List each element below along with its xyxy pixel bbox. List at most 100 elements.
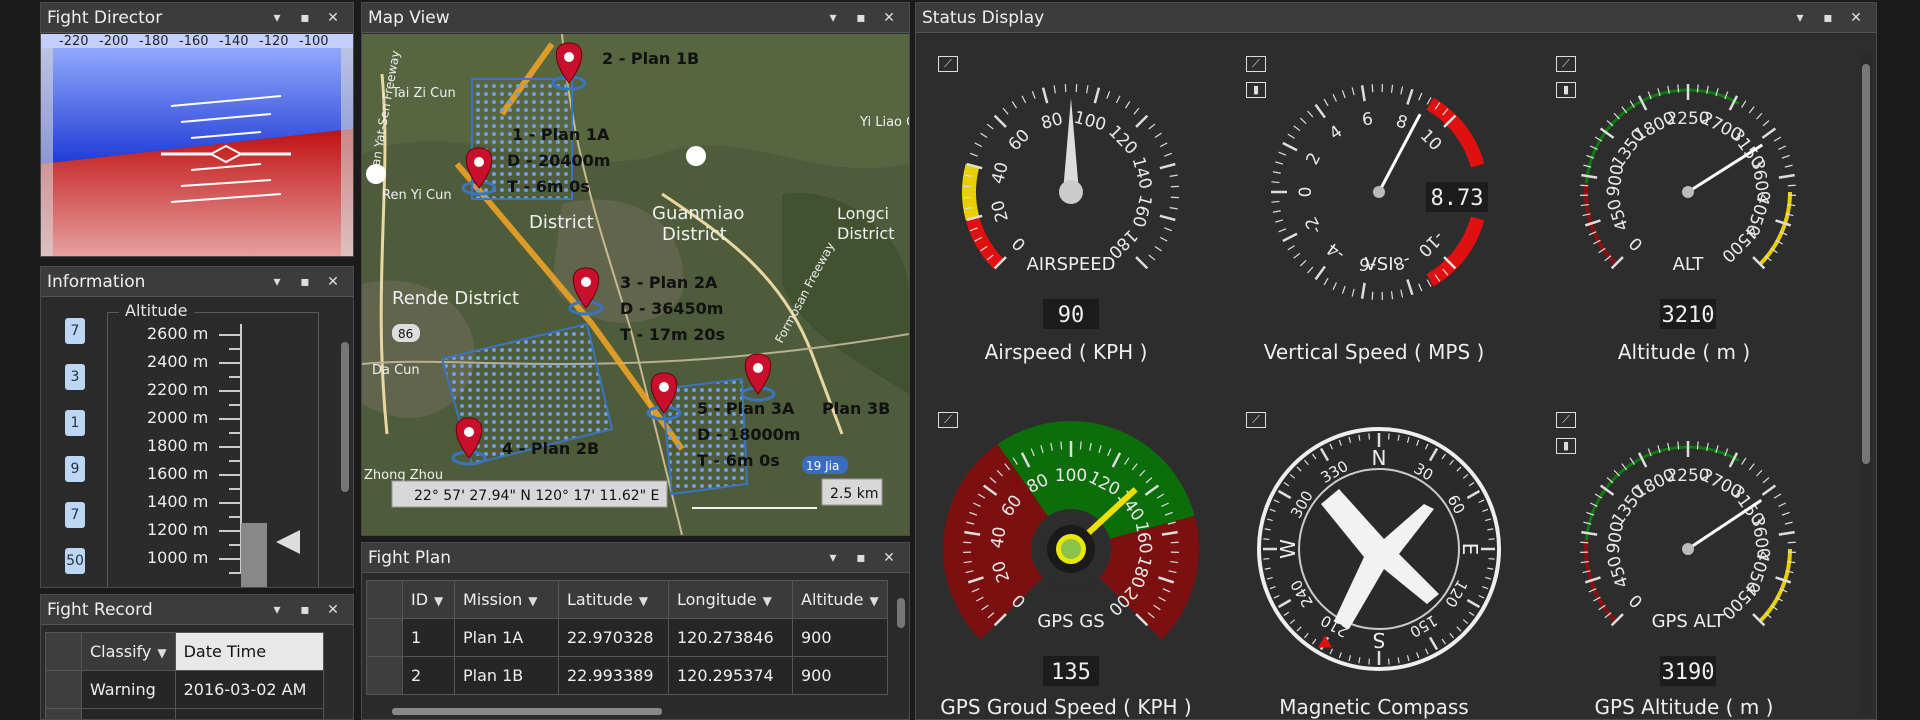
altitude-tick-label: 1200 m bbox=[147, 520, 209, 539]
chart-icon[interactable]: ⟋ bbox=[1556, 56, 1576, 72]
chart-icon[interactable]: ⟋ bbox=[938, 412, 958, 428]
map-label-rende: Rende District bbox=[392, 288, 519, 309]
pin-icon[interactable]: ▪ bbox=[847, 550, 875, 566]
column-header-id[interactable]: ID ▼ bbox=[402, 580, 455, 619]
altitude-label: Altitude bbox=[119, 301, 194, 320]
cell-mission: Plan 1B bbox=[454, 656, 559, 695]
chart-icon[interactable]: ⟋ bbox=[1556, 412, 1576, 428]
close-icon[interactable]: ✕ bbox=[319, 274, 347, 290]
status-display-titlebar[interactable]: Status Display ▾ ▪ ✕ bbox=[916, 3, 1876, 33]
column-header-longitude[interactable]: Longitude ▼ bbox=[668, 580, 793, 619]
horizontal-scrollbar[interactable] bbox=[370, 705, 901, 717]
map-label-plan3a-time: T - 6m 0s bbox=[697, 451, 780, 470]
gauge-title: GPS ALT bbox=[1652, 611, 1726, 632]
cell-id: 2 bbox=[402, 656, 455, 695]
gauge-title: GPS GS bbox=[1037, 611, 1104, 632]
filter-icon[interactable]: ▼ bbox=[528, 594, 537, 608]
gauge-title: AIRSPEED bbox=[1026, 254, 1115, 275]
dropdown-icon[interactable]: ▾ bbox=[819, 10, 847, 26]
close-icon[interactable]: ✕ bbox=[319, 602, 347, 618]
column-header-datetime[interactable]: Date Time bbox=[174, 632, 324, 671]
altitude-tick bbox=[219, 362, 241, 364]
flight-record-table-wrap: Classify ▼ Date Time Warning 2016-03-02 A… bbox=[41, 626, 353, 719]
map-canvas[interactable]: 2 - Plan 1B 1 - Plan 1A D - 20400m T - 6… bbox=[362, 33, 909, 535]
dropdown-icon[interactable]: ▾ bbox=[263, 274, 291, 290]
pin-icon[interactable]: ▪ bbox=[847, 10, 875, 26]
table-row[interactable]: 2 Plan 1B 22.993389 120.295374 900 bbox=[366, 656, 888, 695]
flight-plan-scrollbar[interactable] bbox=[895, 578, 907, 699]
gauge-caption-gps-alt: GPS Altitude ( m ) bbox=[1594, 695, 1774, 719]
table-row[interactable]: Warning 2016-03-02 AM bbox=[45, 670, 324, 709]
pin-icon[interactable]: ▪ bbox=[291, 274, 319, 290]
altitude-tick bbox=[219, 446, 241, 448]
close-icon[interactable]: ✕ bbox=[875, 10, 903, 26]
alt-gauge: 045090013501800225027003150360040504500A… bbox=[1580, 84, 1796, 329]
filter-icon[interactable]: ▼ bbox=[434, 594, 443, 608]
gauge-tick-label: 0 bbox=[1296, 187, 1316, 198]
filter-icon[interactable]: ▼ bbox=[870, 594, 879, 608]
heading-tick-label: -120 bbox=[259, 34, 289, 49]
filter-icon[interactable]: ▼ bbox=[639, 594, 648, 608]
map-label-renyi: Ren Yi Cun bbox=[382, 188, 452, 203]
flight-plan-titlebar[interactable]: Fight Plan ▾ ▪ ✕ bbox=[362, 543, 909, 573]
dropdown-icon[interactable]: ▾ bbox=[1786, 10, 1814, 26]
heading-tick-label: -160 bbox=[179, 34, 209, 49]
toggle-icon[interactable]: ▮ bbox=[1556, 438, 1576, 454]
compass-tick-label: N bbox=[1372, 446, 1387, 470]
panel-title: Status Display bbox=[922, 7, 1045, 28]
status-scrollbar[interactable] bbox=[1860, 54, 1872, 715]
filter-icon[interactable]: ▼ bbox=[763, 594, 772, 608]
column-header-mission[interactable]: Mission ▼ bbox=[454, 580, 559, 619]
chart-icon[interactable]: ⟋ bbox=[1246, 412, 1266, 428]
flight-plan-table: ID ▼ Mission ▼ Latitude ▼ Longitude ▼ Altitu… bbox=[366, 580, 888, 695]
column-header-classify[interactable]: Classify ▼ bbox=[81, 632, 176, 671]
close-icon[interactable]: ✕ bbox=[1842, 10, 1870, 26]
altitude-pointer-icon bbox=[276, 530, 300, 554]
flight-record-panel: Fight Record ▾ ▪ ✕ Classify ▼ Date Time W… bbox=[40, 594, 354, 720]
flight-director-titlebar[interactable]: Fight Director ▾ ▪ ✕ bbox=[41, 3, 353, 33]
pin-icon[interactable]: ▪ bbox=[1814, 10, 1842, 26]
chart-icon[interactable]: ⟋ bbox=[1246, 56, 1266, 72]
route-badge-86: 86 bbox=[392, 324, 420, 342]
flight-record-titlebar[interactable]: Fight Record ▾ ▪ ✕ bbox=[41, 595, 353, 625]
gauge-caption-compass: Magnetic Compass bbox=[1279, 695, 1469, 719]
close-icon[interactable]: ✕ bbox=[875, 550, 903, 566]
status-display-panel: Status Display ▾ ▪ ✕ 0 20 40 60 80 100 120 140 1… bbox=[915, 2, 1877, 720]
heading-tick-label: -200 bbox=[99, 34, 129, 49]
table-row[interactable]: Warning 2016-03-02 AM bbox=[45, 708, 324, 719]
information-scrollbar[interactable] bbox=[339, 302, 351, 583]
gauge-tick-label: 160 bbox=[1128, 193, 1156, 230]
pin-icon[interactable]: ▪ bbox=[291, 10, 319, 26]
cell-datetime: 2016-03-02 AM bbox=[174, 670, 324, 709]
altitude-tick-label: 2600 m bbox=[147, 324, 209, 343]
cell-altitude: 900 bbox=[792, 656, 888, 695]
gauge-grid: 0 20 40 60 80 100 120 140 160 180 AIRSPEED 90 10 8 6 4 2… bbox=[916, 34, 1876, 719]
dropdown-icon[interactable]: ▾ bbox=[263, 602, 291, 618]
compass-gauge: N3060E120150S210240W300330 bbox=[1257, 427, 1501, 671]
table-row[interactable]: 1 Plan 1A 22.970328 120.273846 900 bbox=[366, 618, 888, 657]
pin-icon[interactable]: ▪ bbox=[291, 602, 319, 618]
side-value-chip: 1 bbox=[65, 410, 85, 436]
chart-icon[interactable]: ⟋ bbox=[938, 56, 958, 72]
dropdown-icon[interactable]: ▾ bbox=[263, 10, 291, 26]
toggle-icon[interactable]: ▮ bbox=[1246, 82, 1266, 98]
compass-tick-label: E bbox=[1458, 543, 1482, 556]
map-svg[interactable]: 2 - Plan 1B 1 - Plan 1A D - 20400m T - 6… bbox=[362, 33, 909, 535]
altitude-tick-label: 1000 m bbox=[147, 548, 209, 567]
close-icon[interactable]: ✕ bbox=[319, 10, 347, 26]
heading-tick-label: -220 bbox=[59, 34, 89, 49]
column-header-latitude[interactable]: Latitude ▼ bbox=[558, 580, 669, 619]
map-label-plan3b: Plan 3B bbox=[822, 399, 890, 418]
cell-latitude: 22.993389 bbox=[558, 656, 669, 695]
map-view-titlebar[interactable]: Map View ▾ ▪ ✕ bbox=[362, 3, 909, 33]
filter-icon[interactable]: ▼ bbox=[157, 646, 166, 660]
gauge-readout: 90 bbox=[1058, 303, 1085, 328]
column-header-altitude[interactable]: Altitude ▼ bbox=[792, 580, 888, 619]
dropdown-icon[interactable]: ▾ bbox=[819, 550, 847, 566]
information-titlebar[interactable]: Information ▾ ▪ ✕ bbox=[41, 267, 353, 297]
airspeed-gauge: 020406080 100120140160180AIRSPEED90 bbox=[962, 84, 1179, 329]
toggle-icon[interactable]: ▮ bbox=[1556, 82, 1576, 98]
map-label-plan1a: 1 - Plan 1A bbox=[512, 125, 610, 144]
cell-id: 1 bbox=[402, 618, 455, 657]
cell-classify: Warning bbox=[81, 670, 176, 709]
